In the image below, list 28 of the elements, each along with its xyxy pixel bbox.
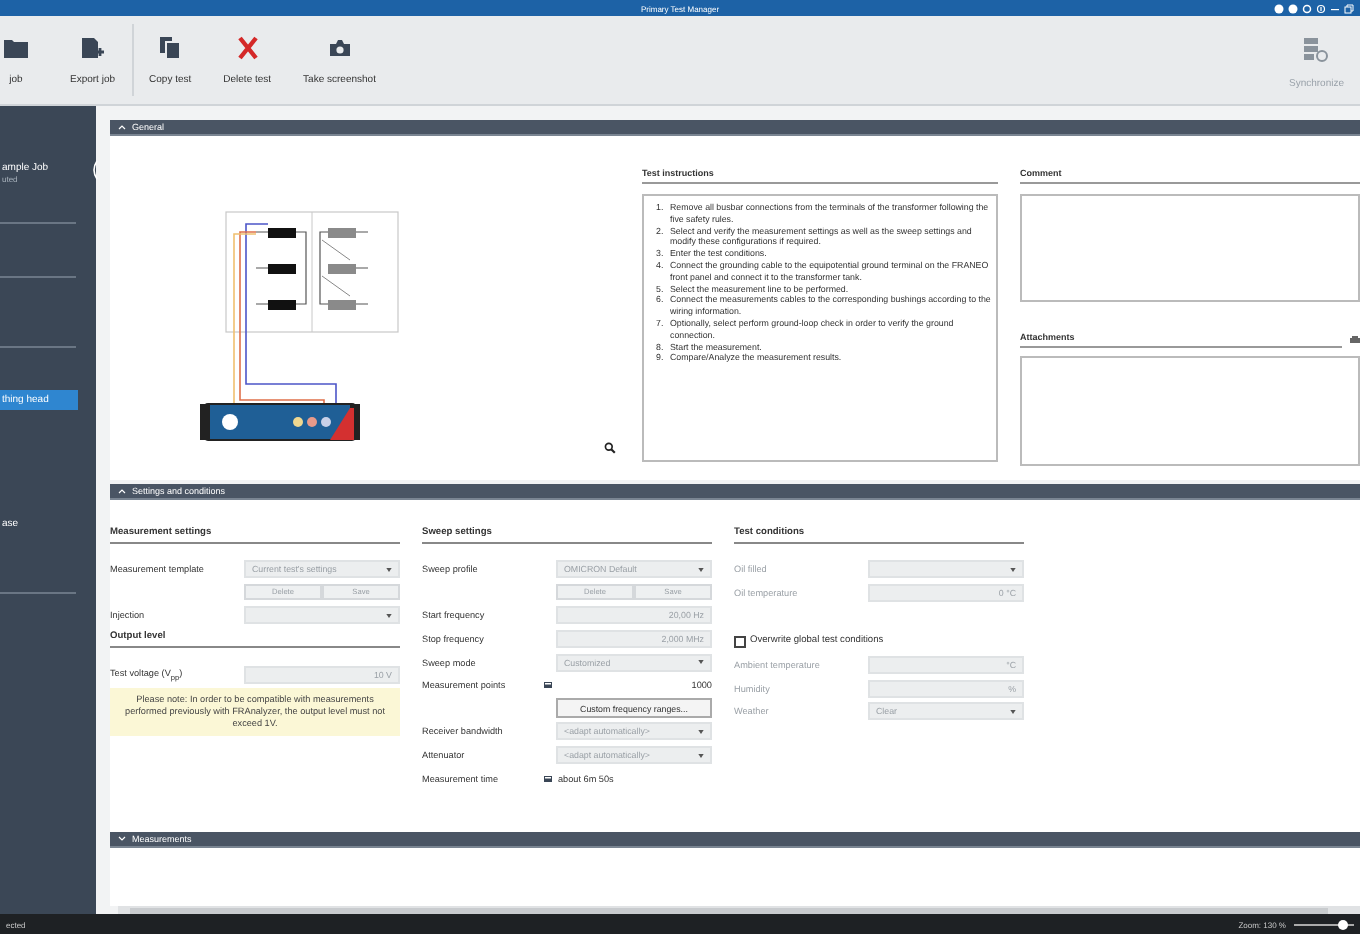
calculator-icon[interactable] bbox=[544, 775, 552, 782]
collapse-icon[interactable] bbox=[90, 160, 98, 180]
caret-icon bbox=[386, 567, 392, 572]
chevron-icon bbox=[118, 488, 126, 494]
chevron-icon bbox=[118, 836, 126, 842]
caret-icon bbox=[386, 613, 392, 618]
chevron-icon bbox=[118, 124, 126, 130]
refresh-icon[interactable] bbox=[1302, 3, 1312, 13]
magnifier-icon[interactable] bbox=[604, 442, 616, 454]
camera-icon bbox=[325, 36, 354, 60]
minimize-icon[interactable] bbox=[1330, 3, 1340, 13]
caret-icon bbox=[698, 567, 704, 572]
copy-icon bbox=[156, 36, 185, 60]
calculator-icon[interactable] bbox=[544, 682, 552, 689]
caret-icon bbox=[698, 729, 704, 734]
caret-icon bbox=[1010, 567, 1016, 572]
restore-icon[interactable] bbox=[1344, 3, 1354, 13]
caret-icon bbox=[698, 753, 704, 758]
info-icon[interactable] bbox=[1316, 3, 1326, 13]
caret-icon bbox=[698, 660, 704, 665]
comment-field[interactable] bbox=[1020, 194, 1360, 302]
caret-icon bbox=[1010, 709, 1016, 714]
sync-icon bbox=[1302, 36, 1331, 64]
printer-icon[interactable] bbox=[1350, 336, 1360, 344]
folder-icon bbox=[2, 36, 30, 60]
checkbox[interactable] bbox=[734, 635, 746, 648]
export-icon bbox=[78, 36, 107, 60]
close-icon bbox=[233, 36, 262, 60]
